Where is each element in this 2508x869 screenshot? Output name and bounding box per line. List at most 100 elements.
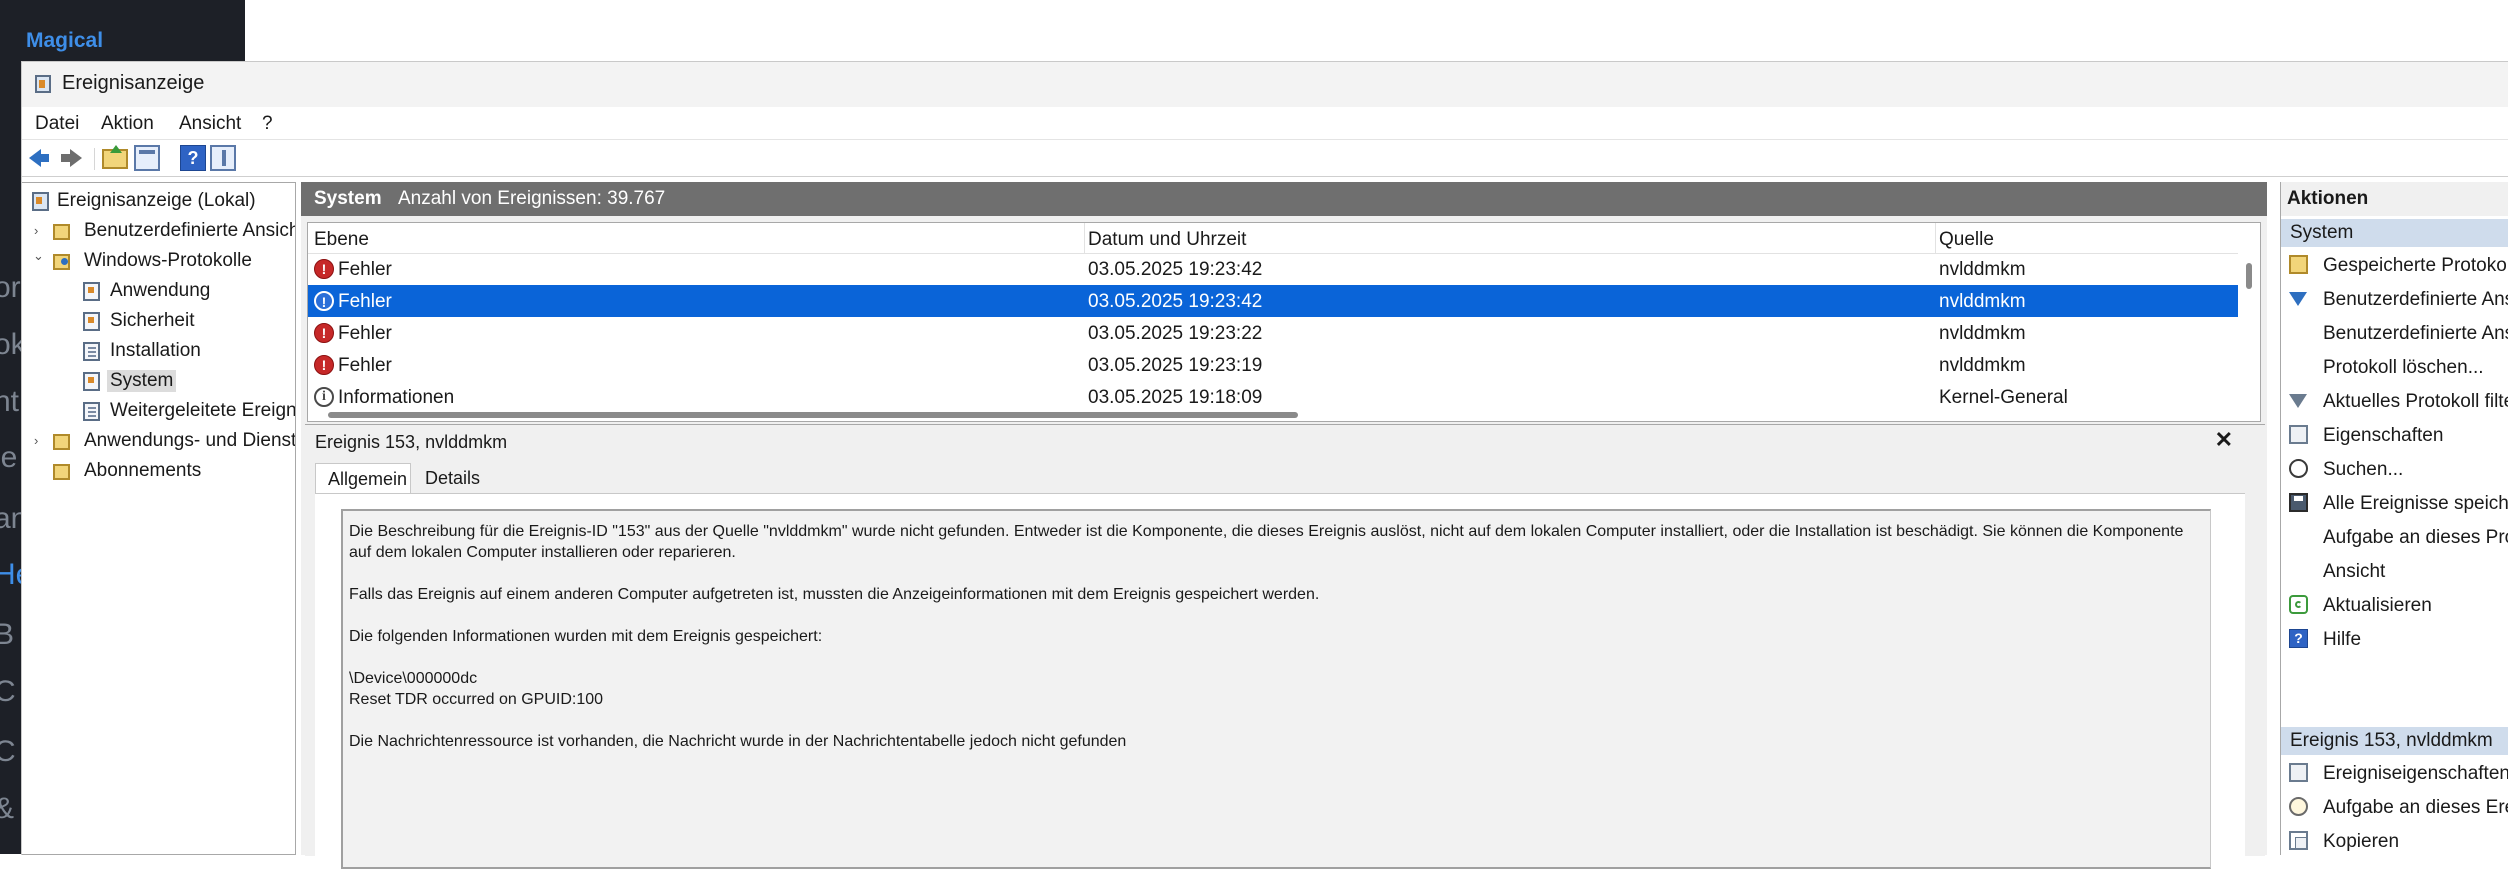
- tree-item-label: Anwendungs- und Dienstprotokolle: [84, 430, 296, 451]
- up-folder-icon[interactable]: [102, 145, 128, 169]
- event-detail-pane: Ereignis 153, nvlddmkm ✕ Allgemein Detai…: [305, 424, 2265, 869]
- properties-icon: [2289, 425, 2308, 444]
- action-label: Hilfe: [2323, 629, 2362, 650]
- log-name: System: [314, 188, 382, 209]
- event-source: Kernel-General: [1939, 387, 2068, 408]
- description-paragraph: Die folgenden Informationen wurden mit d…: [349, 628, 823, 645]
- event-row-selected[interactable]: ! Fehler 03.05.2025 19:23:42 nvlddmkm: [308, 285, 2240, 317]
- description-line: Reset TDR occurred on GPUID:100: [349, 691, 604, 708]
- actions-section-system[interactable]: System: [2281, 219, 2508, 247]
- tree-item-label: Ereignisanzeige (Lokal): [57, 190, 256, 211]
- menu-file[interactable]: Datei: [35, 113, 79, 135]
- title-bar[interactable]: Ereignisanzeige: [22, 62, 2508, 107]
- background-app-text: B: [0, 618, 15, 651]
- log-icon: [83, 312, 100, 331]
- help-icon[interactable]: ?: [180, 145, 206, 171]
- chevron-down-icon[interactable]: ⌄: [33, 248, 44, 264]
- event-datetime: 03.05.2025 19:23:42: [1088, 259, 1263, 280]
- action-label: Protokoll löschen...: [2323, 357, 2484, 378]
- event-row[interactable]: ! Fehler 03.05.2025 19:23:42 nvlddmkm: [308, 253, 2240, 285]
- action-label: Ereigniseigenschaften: [2323, 763, 2508, 784]
- event-viewer-app-icon: [35, 75, 51, 93]
- chevron-right-icon[interactable]: ›: [34, 223, 38, 238]
- tab-content: Die Beschreibung für die Ereignis-ID "15…: [315, 493, 2245, 869]
- action-label: Gespeicherte Protokolle öffnen...: [2323, 255, 2508, 276]
- scrollbar-thumb[interactable]: [2246, 263, 2252, 289]
- event-level: Fehler: [338, 291, 392, 312]
- action-filter-current-log[interactable]: Aktuelles Protokoll filtern...: [2281, 385, 2508, 419]
- show-tree-icon[interactable]: [134, 145, 160, 171]
- event-list: Ebene Datum und Uhrzeit Quelle ! Fehler …: [307, 222, 2261, 422]
- event-level: Fehler: [338, 355, 392, 376]
- action-view[interactable]: Ansicht: [2281, 555, 2508, 589]
- action-label: Aufgabe an dieses Ereignis anfügen...: [2323, 797, 2508, 818]
- tab-general[interactable]: Allgemein: [315, 463, 411, 493]
- save-icon: [2289, 493, 2308, 512]
- horizontal-scrollbar[interactable]: [308, 407, 2260, 421]
- tab-details[interactable]: Details: [413, 463, 492, 493]
- error-icon: !: [314, 323, 334, 343]
- event-source: nvlddmkm: [1939, 323, 2026, 344]
- event-source: nvlddmkm: [1939, 291, 2026, 312]
- menu-help[interactable]: ?: [262, 113, 273, 135]
- event-row[interactable]: ! Fehler 03.05.2025 19:23:19 nvlddmkm: [308, 349, 2240, 381]
- action-pane-icon[interactable]: [210, 145, 236, 171]
- error-icon: !: [314, 355, 334, 375]
- action-copy[interactable]: Kopieren: [2281, 825, 2508, 855]
- column-divider[interactable]: [1084, 223, 1085, 253]
- close-icon[interactable]: ✕: [2215, 427, 2233, 453]
- action-event-properties[interactable]: Ereigniseigenschaften: [2281, 757, 2508, 791]
- action-save-all-events[interactable]: Alle Ereignisse speichern unter...: [2281, 487, 2508, 521]
- action-label: Kopieren: [2323, 831, 2400, 852]
- event-source: nvlddmkm: [1939, 259, 2026, 280]
- actions-section-event[interactable]: Ereignis 153, nvlddmkm: [2281, 727, 2508, 755]
- description-paragraph: Die Nachrichtenressource ist vorhanden, …: [349, 733, 1127, 750]
- background-app-text: or: [0, 271, 21, 304]
- event-row[interactable]: ! Fehler 03.05.2025 19:23:22 nvlddmkm: [308, 317, 2240, 349]
- refresh-icon: [2289, 595, 2308, 614]
- event-count: Anzahl von Ereignissen: 39.767: [398, 188, 666, 209]
- background-app-text: C: [0, 735, 16, 768]
- event-datetime: 03.05.2025 19:23:19: [1088, 355, 1263, 376]
- background-app-text: &: [0, 792, 14, 826]
- copy-icon: [2289, 831, 2308, 850]
- action-help[interactable]: ? Hilfe: [2281, 623, 2508, 657]
- forward-icon[interactable]: [58, 145, 84, 171]
- actions-pane: Aktionen System Gespeicherte Protokolle …: [2280, 182, 2508, 855]
- tree-item-label: Windows-Protokolle: [84, 250, 252, 271]
- event-description[interactable]: Die Beschreibung für die Ereignis-ID "15…: [341, 509, 2211, 869]
- menu-action[interactable]: Aktion: [101, 113, 154, 135]
- chevron-right-icon[interactable]: ›: [34, 433, 38, 448]
- vertical-scrollbar[interactable]: [2238, 253, 2260, 421]
- scrollbar-thumb[interactable]: [328, 412, 1298, 418]
- column-datetime[interactable]: Datum und Uhrzeit: [1088, 229, 1246, 251]
- action-import-custom-view[interactable]: Benutzerdefinierte Ansicht importieren..…: [2281, 317, 2508, 351]
- error-icon: !: [314, 259, 334, 279]
- menu-bar: Datei Aktion Ansicht ?: [22, 107, 2508, 140]
- navigation-tree: Ereignisanzeige (Lokal) › Benutzerdefini…: [22, 182, 296, 855]
- action-open-saved-log[interactable]: Gespeicherte Protokolle öffnen...: [2281, 249, 2508, 283]
- action-attach-task-to-event[interactable]: Aufgabe an dieses Ereignis anfügen...: [2281, 791, 2508, 825]
- column-source[interactable]: Quelle: [1939, 229, 1994, 251]
- description-paragraph: Falls das Ereignis auf einem anderen Com…: [349, 586, 1320, 603]
- action-create-custom-view[interactable]: Benutzerdefinierte Ansicht erstellen...: [2281, 283, 2508, 317]
- column-divider[interactable]: [1935, 223, 1936, 253]
- action-clear-log[interactable]: Protokoll löschen...: [2281, 351, 2508, 385]
- tree-item-label: Weitergeleitete Ereignisse: [110, 400, 296, 421]
- event-source: nvlddmkm: [1939, 355, 2026, 376]
- back-icon[interactable]: [25, 145, 51, 171]
- action-find[interactable]: Suchen...: [2281, 453, 2508, 487]
- action-refresh[interactable]: Aktualisieren: [2281, 589, 2508, 623]
- event-level: Informationen: [338, 387, 455, 408]
- tree-item-label: Benutzerdefinierte Ansichten: [84, 220, 295, 241]
- menu-view[interactable]: Ansicht: [179, 113, 241, 135]
- event-viewer-icon: [32, 192, 49, 211]
- action-attach-task-to-log[interactable]: Aufgabe an dieses Protokoll anfügen...: [2281, 521, 2508, 555]
- tree-item-label: Abonnements: [84, 460, 202, 481]
- action-label: Aktualisieren: [2323, 595, 2432, 616]
- tree-item-label: Sicherheit: [110, 310, 195, 331]
- action-properties[interactable]: Eigenschaften: [2281, 419, 2508, 453]
- tree-item-label: Installation: [110, 340, 201, 361]
- binoculars-icon: [2289, 459, 2308, 478]
- column-level[interactable]: Ebene: [314, 229, 369, 251]
